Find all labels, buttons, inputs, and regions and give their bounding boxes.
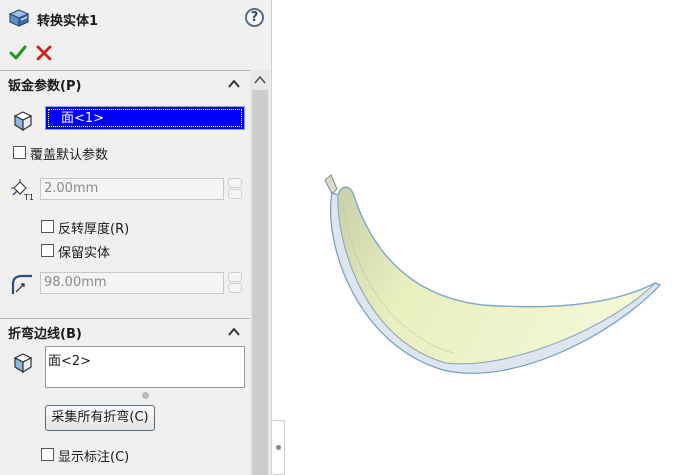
help-icon[interactable]: ? bbox=[245, 8, 264, 27]
keep-body-checkbox[interactable] bbox=[41, 244, 54, 257]
panel-collapse-tab[interactable] bbox=[273, 420, 285, 475]
thickness-spinner[interactable] bbox=[228, 178, 242, 200]
checkmark-icon[interactable] bbox=[9, 44, 27, 62]
override-defaults-checkbox[interactable] bbox=[13, 146, 26, 159]
face-selection-icon bbox=[12, 110, 34, 132]
keep-body-label: 保留实体 bbox=[58, 246, 111, 261]
scroll-up-icon[interactable] bbox=[253, 74, 267, 86]
bend-radius-field[interactable]: 98.00mm bbox=[40, 272, 224, 294]
collapse-chevron-icon[interactable] bbox=[228, 326, 240, 336]
title-bar: 转换实体1 ? bbox=[0, 0, 272, 38]
group-header-sheetmetal-params[interactable]: 钣金参数(P) bbox=[0, 70, 250, 96]
group-title: 钣金参数(P) bbox=[8, 79, 82, 94]
reverse-thickness-label: 反转厚度(R) bbox=[58, 222, 130, 237]
bend-radius-icon bbox=[10, 272, 36, 296]
override-defaults-label: 覆盖默认参数 bbox=[30, 148, 109, 163]
show-callouts-label: 显示标注(C) bbox=[58, 450, 130, 465]
graphics-area[interactable] bbox=[273, 0, 700, 475]
svg-text:T1: T1 bbox=[23, 193, 34, 202]
vertical-scrollbar[interactable] bbox=[250, 70, 270, 475]
list-resize-handle[interactable] bbox=[142, 392, 149, 399]
sheetmetal-convert-icon bbox=[8, 8, 30, 28]
collect-all-bends-button[interactable]: 采集所有折弯(C) bbox=[45, 405, 155, 431]
scrollbar-thumb[interactable] bbox=[252, 90, 268, 475]
face-selection-icon bbox=[12, 352, 34, 374]
collapse-chevron-icon[interactable] bbox=[228, 78, 240, 88]
group-title: 折弯边线(B) bbox=[8, 327, 82, 342]
fixed-face-selection-box[interactable]: 面<1> bbox=[45, 106, 245, 130]
bend-radius-spinner[interactable] bbox=[228, 272, 242, 294]
bend-edges-value: 面<2> bbox=[48, 354, 92, 369]
group-header-bend-edges[interactable]: 折弯边线(B) bbox=[0, 318, 250, 344]
property-manager-panel: 转换实体1 ? 钣金参数(P) 面<1> 覆盖默认参数 T1 2.00mm 反转… bbox=[0, 0, 272, 475]
sheetmetal-part-model[interactable] bbox=[313, 165, 673, 385]
thickness-icon: T1 bbox=[10, 178, 36, 202]
thickness-field[interactable]: 2.00mm bbox=[40, 178, 224, 200]
show-callouts-checkbox[interactable] bbox=[41, 448, 54, 461]
bend-edges-selection-box[interactable]: 面<2> bbox=[45, 346, 245, 388]
fixed-face-value: 面<1> bbox=[48, 109, 242, 127]
close-icon[interactable] bbox=[36, 45, 52, 61]
collapse-dot-icon bbox=[276, 445, 281, 450]
property-scroll-area: 钣金参数(P) 面<1> 覆盖默认参数 T1 2.00mm 反转厚度(R) 保留… bbox=[0, 70, 272, 475]
reverse-thickness-checkbox[interactable] bbox=[41, 220, 54, 233]
feature-title: 转换实体1 bbox=[37, 14, 99, 29]
